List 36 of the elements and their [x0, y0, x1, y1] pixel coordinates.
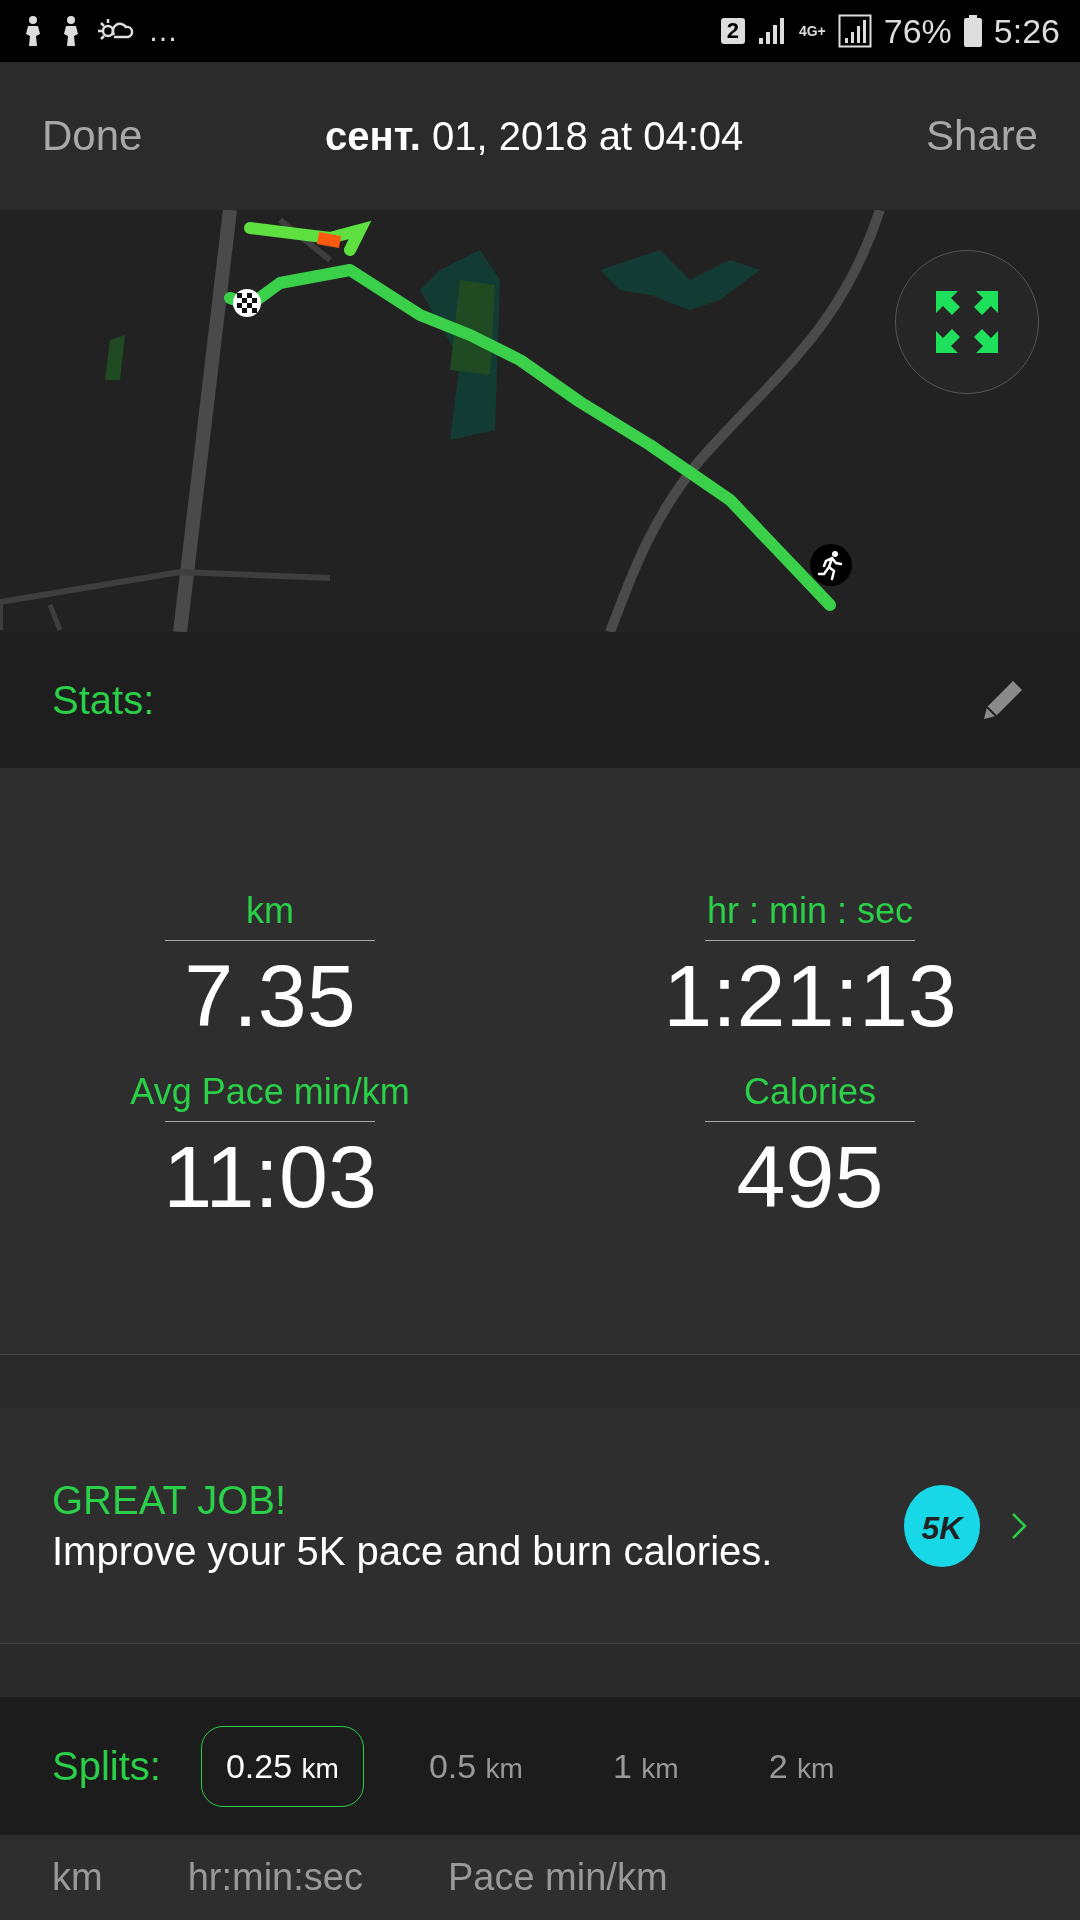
more-notifications: …: [148, 14, 178, 48]
stopwatch-badge: 5K: [904, 1484, 980, 1567]
done-button[interactable]: Done: [42, 112, 143, 160]
battery-percent: 76%: [883, 11, 952, 51]
stat-label: Calories: [743, 1071, 876, 1114]
promo-text: Improve your 5K pace and burn calories.: [52, 1528, 774, 1574]
stat-value: 11:03: [163, 1126, 377, 1228]
expand-icon: [936, 291, 998, 353]
stats-heading: Stats:: [52, 677, 155, 723]
promo-card[interactable]: GREAT JOB! Improve your 5K pace and burn calories. 5K: [0, 1408, 1080, 1644]
column-header: hr:min:sec: [187, 1856, 363, 1899]
split-distance-tab[interactable]: 1 km: [587, 1725, 704, 1807]
splits-heading: Splits:: [52, 1743, 161, 1789]
promo-title: GREAT JOB!: [52, 1477, 288, 1523]
clock: 5:26: [993, 11, 1060, 51]
share-button[interactable]: Share: [925, 112, 1038, 160]
split-distance-tab[interactable]: 0.25 km: [200, 1725, 364, 1807]
finish-flag-icon: [232, 288, 262, 318]
stat-value: 1:21:13: [663, 945, 957, 1047]
stat-value: 7.35: [184, 945, 356, 1047]
battery-icon: [963, 15, 982, 47]
sim-badge: 2: [720, 18, 745, 44]
stat-label: km: [246, 890, 294, 933]
stat-label: Avg Pace min/km: [130, 1071, 410, 1114]
column-header: km: [52, 1856, 103, 1899]
split-distance-tab[interactable]: 0.5 km: [403, 1725, 548, 1807]
workout-date-title: сент. 01, 2018 at 04:04: [325, 113, 744, 159]
signal-icon: [837, 14, 872, 48]
signal-icon: [756, 16, 787, 46]
runner-icon: [810, 544, 852, 586]
network-type: 4G+: [798, 23, 826, 39]
chevron-right-icon: [1010, 1510, 1028, 1541]
split-distance-tab[interactable]: 2 km: [743, 1725, 860, 1807]
stat-label: hr : min : sec: [706, 890, 914, 933]
column-header: Pace min/km: [447, 1856, 668, 1899]
stat-value: 495: [736, 1126, 884, 1228]
